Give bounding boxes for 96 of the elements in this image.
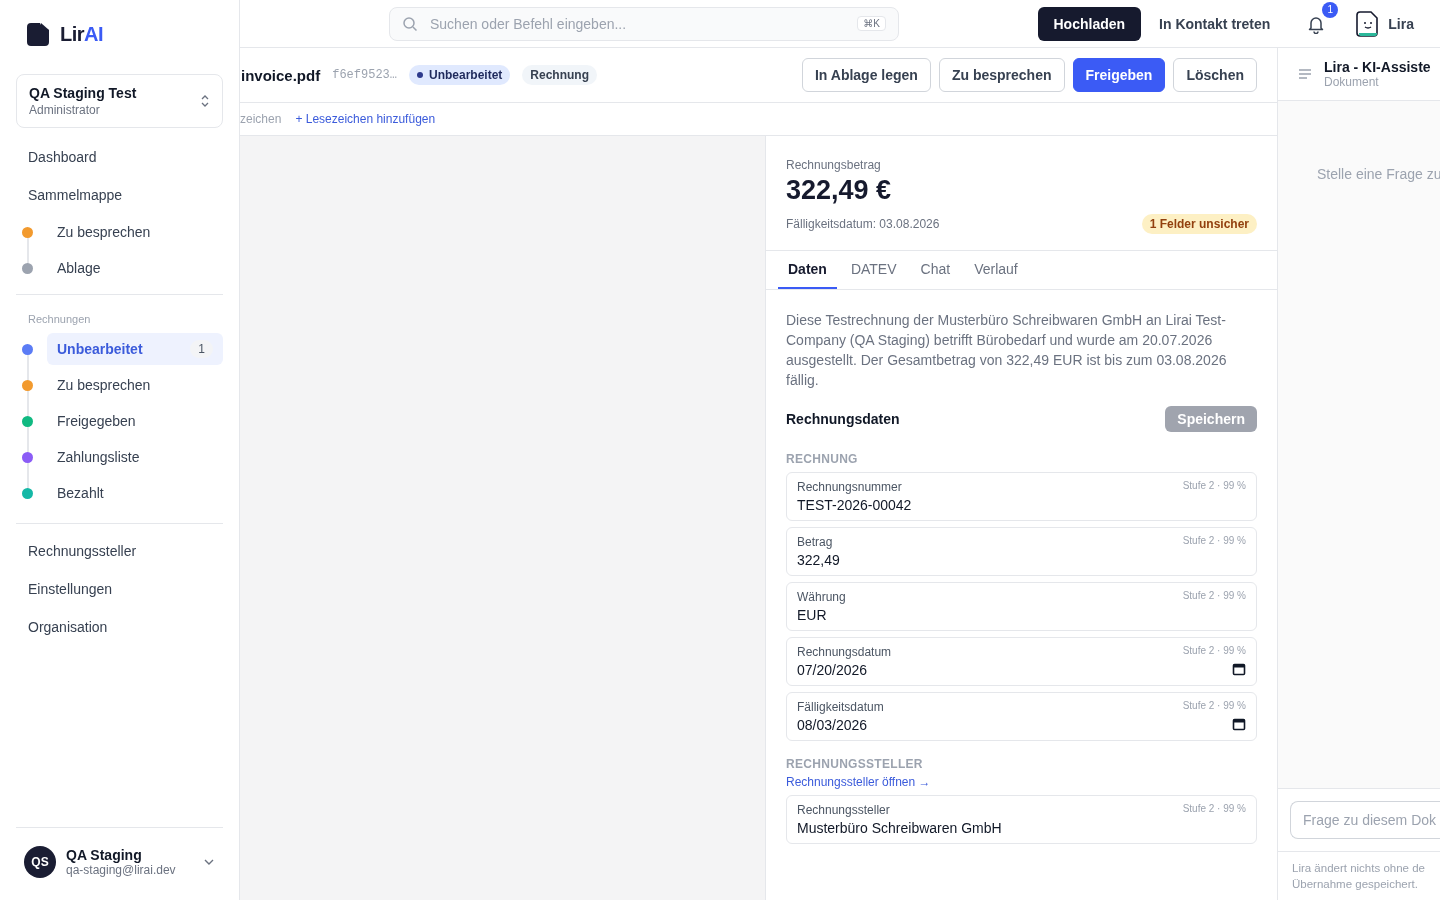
user-email: qa-staging@lirai.dev xyxy=(66,863,177,877)
sidebar-item[interactable]: Einstellungen xyxy=(16,570,223,608)
input-field[interactable]: 07/20/2026 xyxy=(797,659,1232,679)
document-title: invoice.pdf xyxy=(241,66,321,84)
item-label: Unbearbeitet xyxy=(57,341,143,357)
action-button[interactable]: Zu besprechen xyxy=(938,58,1065,92)
input-field[interactable]: EUR xyxy=(797,604,1246,624)
sidebar-item[interactable]: Organisation xyxy=(16,608,223,646)
amount-label: Rechnungsbetrag xyxy=(786,158,882,172)
tab[interactable]: Daten xyxy=(778,251,837,289)
confidence-label: Stufe 2 · 99 % xyxy=(1182,480,1246,493)
type-badge: Rechnung xyxy=(522,65,598,85)
field-card[interactable]: Währung Stufe 2 · 99 % EUR xyxy=(786,582,1257,631)
confidence-label: Stufe 2 · 99 % xyxy=(1182,535,1246,548)
workspace-name: QA Staging Test xyxy=(29,85,137,101)
sidebar-item[interactable]: Unbearbeitet 1 xyxy=(47,333,223,365)
summary-text: Diese Testrechnung der Musterbüro Schreibwaren GmbH an Lirai Test-Company (QA Staging) betrifft Bürobedarf und wurde am 20.07.2026 ausgestellt. Der Gesamtbetrag von 322,49 EUR ist bis zum 03.08.2026 fällig. xyxy=(786,311,1228,390)
field-card[interactable]: Rechnungsnummer Stufe 2 · 99 % TEST-2026-00042 xyxy=(786,472,1257,521)
sidebar-item[interactable]: Freigegeben xyxy=(47,405,223,437)
open-vendor-link[interactable]: Rechnungssteller öffnen → xyxy=(786,775,1257,789)
empty-state-text: Stelle eine Frage zu xyxy=(1317,166,1440,182)
confidence-label: Stufe 2 · 99 % xyxy=(1182,590,1246,603)
chevron-updown-icon xyxy=(200,93,210,109)
tab[interactable]: DATEV xyxy=(840,251,907,289)
item-label: Zahlungsliste xyxy=(57,449,140,465)
bookmarks-label: zeichen xyxy=(240,112,282,126)
section-title: Rechnungsdaten xyxy=(786,411,900,427)
question-field[interactable]: Frage zu diesem Dok xyxy=(1290,801,1440,839)
field-label: Fälligkeitsdatum xyxy=(797,700,884,714)
panel-subtitle: Dokument xyxy=(1324,75,1380,89)
input-field[interactable]: 08/03/2026 xyxy=(797,714,1232,734)
input-field[interactable]: TEST-2026-00042 xyxy=(797,494,1246,514)
field-label: Währung xyxy=(797,590,846,604)
logo-icon xyxy=(26,22,50,46)
confidence-label: Stufe 2 · 99 % xyxy=(1182,645,1246,658)
contact-link[interactable]: In Kontakt treten xyxy=(1159,15,1271,32)
input-field[interactable]: 322,49 xyxy=(797,549,1246,569)
action-button[interactable]: Freigeben xyxy=(1072,58,1166,92)
field-label: Betrag xyxy=(797,535,833,549)
user-name: QA Staging xyxy=(66,847,143,863)
user-menu[interactable]: QS QA Staging qa-staging@lirai.dev xyxy=(16,827,223,900)
field-card[interactable]: Betrag Stufe 2 · 99 % 322,49 xyxy=(786,527,1257,576)
panel-title: Lira - KI-Assiste xyxy=(1324,59,1431,75)
assistant-name[interactable]: Lira xyxy=(1388,15,1414,32)
item-label: Bezahlt xyxy=(57,485,104,501)
workspace-switcher[interactable]: QA Staging Test Administrator xyxy=(16,74,223,128)
footer-note: Übernahme gespeichert. xyxy=(1292,877,1418,892)
section-title: Rechnungen xyxy=(27,312,92,327)
item-label: Ablage xyxy=(57,260,101,276)
amount-value: 322,49 € xyxy=(786,175,893,206)
search-input[interactable]: Suchen oder Befehl eingeben... xyxy=(428,14,848,33)
upload-button[interactable]: Hochladen xyxy=(1037,6,1142,41)
field-card[interactable]: Rechnungssteller Stufe 2 · 99 % Musterbüro Schreibwaren GmbH xyxy=(786,795,1257,844)
sidebar-item[interactable]: Zu besprechen xyxy=(47,216,223,248)
item-label: Zu besprechen xyxy=(57,224,151,240)
tab[interactable]: Chat xyxy=(910,251,961,289)
input-field[interactable]: Musterbüro Schreibwaren GmbH xyxy=(797,817,1246,837)
sidebar-item[interactable]: Zahlungsliste xyxy=(47,441,223,473)
field-card[interactable]: Rechnungsdatum Stufe 2 · 99 % 07/20/2026 xyxy=(786,637,1257,686)
chevron-down-icon xyxy=(203,858,215,866)
confidence-label: Stufe 2 · 99 % xyxy=(1182,700,1246,713)
action-button[interactable]: In Ablage legen xyxy=(801,58,931,92)
due-date: Fälligkeitsdatum: 03.08.2026 xyxy=(786,217,940,231)
field-label: Rechnungsnummer xyxy=(797,480,902,494)
calendar-icon[interactable] xyxy=(1232,717,1246,731)
item-label: Freigegeben xyxy=(57,413,136,429)
calendar-icon[interactable] xyxy=(1232,662,1246,676)
action-button[interactable]: Löschen xyxy=(1173,58,1257,92)
group-title: RECHNUNGSSTELLER xyxy=(786,757,924,771)
sidebar-item[interactable]: Rechnungssteller xyxy=(16,532,223,570)
confidence-label: Stufe 2 · 99 % xyxy=(1182,803,1246,816)
count-badge: 1 xyxy=(190,340,213,358)
document-face-icon[interactable] xyxy=(1356,10,1381,37)
group-title: RECHNUNG xyxy=(786,452,859,466)
document-hash: f6ef9523… xyxy=(332,68,397,82)
sidebar-item[interactable]: Bezahlt xyxy=(47,477,223,509)
shortcut-hint: ⌘K xyxy=(857,16,886,31)
workspace-role: Administrator xyxy=(29,103,101,117)
field-card[interactable]: Fälligkeitsdatum Stufe 2 · 99 % 08/03/2026 xyxy=(786,692,1257,741)
item-label: Zu besprechen xyxy=(57,377,151,393)
field-label: Rechnungsdatum xyxy=(797,645,892,659)
status-badge: Unbearbeitet xyxy=(409,65,511,85)
warning-badge: 1 Felder unsicher xyxy=(1141,214,1257,234)
logo-text: LirAI xyxy=(60,22,104,46)
notification-badge: 1 xyxy=(1322,1,1339,18)
footer-note: Lira ändert nichts ohne de xyxy=(1292,861,1425,876)
sidebar-item[interactable]: Ablage xyxy=(47,252,223,284)
field-label: Rechnungssteller xyxy=(797,803,890,817)
avatar: QS xyxy=(24,846,56,878)
sidebar-item[interactable]: Zu besprechen xyxy=(47,369,223,401)
tab[interactable]: Verlauf xyxy=(964,251,1028,289)
search-field[interactable]: Suchen oder Befehl eingeben... ⌘K xyxy=(389,6,899,41)
sidebar-item[interactable]: Dashboard xyxy=(16,138,223,176)
search-icon xyxy=(402,15,418,32)
sidebar-item[interactable]: Sammelmappe xyxy=(16,176,223,214)
add-bookmark-link[interactable]: + Lesezeichen hinzufügen xyxy=(295,112,436,126)
